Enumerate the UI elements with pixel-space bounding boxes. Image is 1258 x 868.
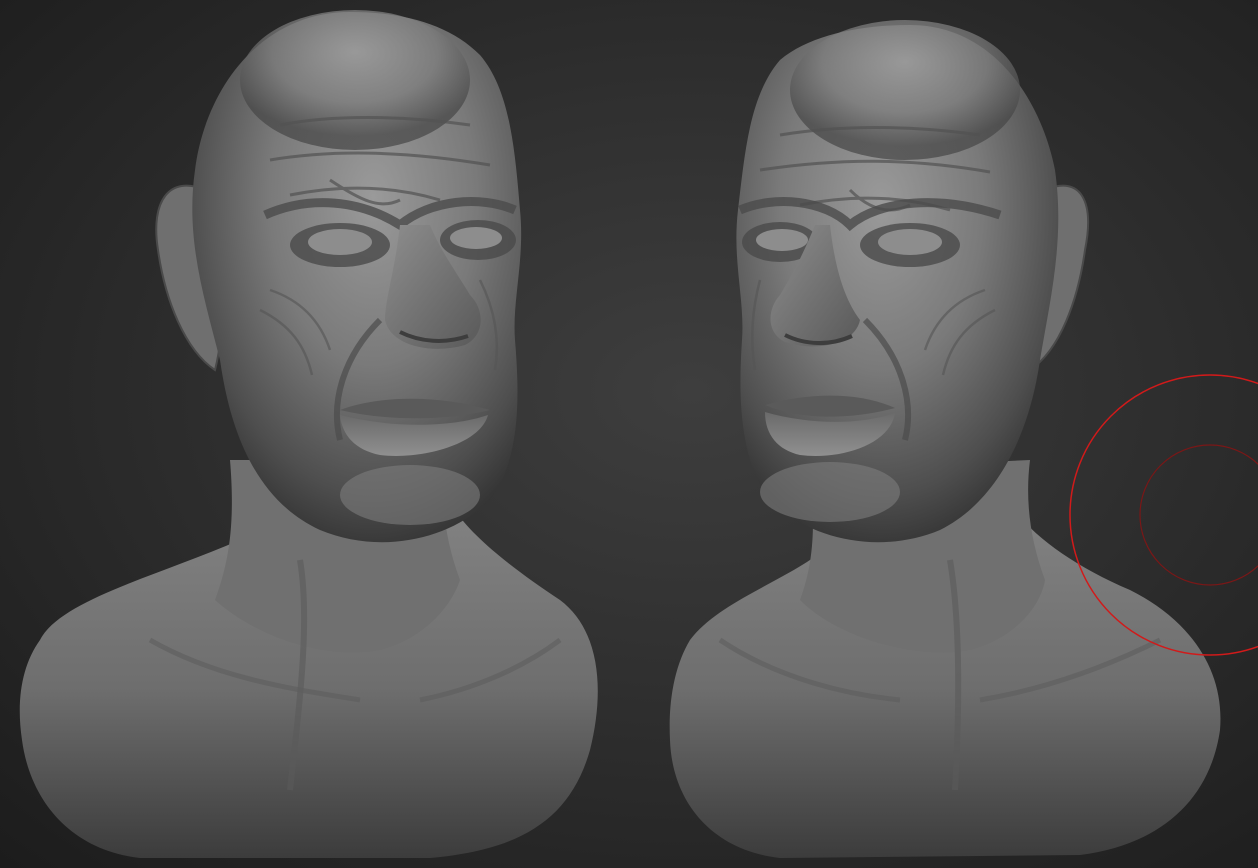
eye-right-a (756, 229, 808, 251)
brush-cursor-inner-ring (1139, 444, 1258, 586)
eye-left-a (308, 229, 372, 255)
chin-right (760, 462, 900, 522)
sculpt-viewport[interactable] (0, 0, 1258, 868)
eye-left-b (450, 227, 502, 249)
skull-highlight-left (240, 10, 470, 150)
chin-left (340, 465, 480, 525)
head-bust-right[interactable] (669, 20, 1221, 858)
eye-right-b (878, 229, 942, 255)
viewport-canvas[interactable] (0, 0, 1258, 868)
skull-highlight-right (790, 20, 1020, 160)
head-bust-left[interactable] (19, 10, 598, 858)
